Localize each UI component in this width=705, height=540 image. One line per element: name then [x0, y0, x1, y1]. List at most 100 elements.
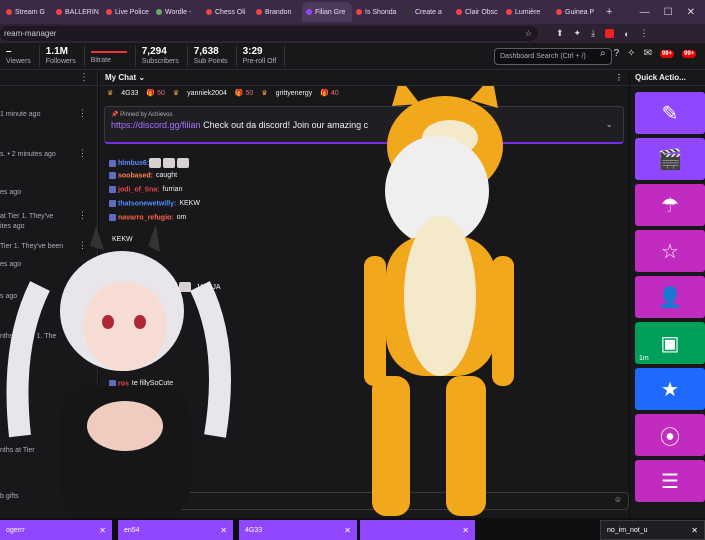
activity-item[interactable]: nths at Tier 1. The: [0, 332, 80, 342]
stat-pre-roll-off[interactable]: 3:29 Pre-roll Off: [237, 45, 286, 67]
activity-options-icon[interactable]: ⋮: [78, 240, 87, 251]
pinned-user-chip[interactable]: ogerrr ✕: [0, 520, 112, 540]
activity-item[interactable]: Tier 1. They've been: [0, 242, 80, 252]
activity-options-icon[interactable]: ⋮: [79, 72, 89, 83]
gift-icon: 🎁: [320, 90, 331, 97]
tab-favicon-icon: [556, 9, 562, 15]
browser-tab[interactable]: BALLERIN: [52, 2, 102, 22]
pinned-message[interactable]: 📌 Pinned by Achievos https://discord.gg/…: [104, 106, 624, 144]
chevron-down-icon[interactable]: ⌄: [138, 73, 145, 82]
url-text: ream-manager: [4, 29, 57, 38]
bookmark-star-icon[interactable]: ☆: [525, 26, 532, 41]
maximize-icon[interactable]: ☐: [664, 7, 673, 18]
close-window-icon[interactable]: ✕: [687, 7, 695, 18]
activity-item[interactable]: s. • 2 minutes ago: [0, 150, 80, 160]
pinned-user-chip[interactable]: no_im_not_u ✕: [600, 520, 705, 540]
browser-tab[interactable]: Is Shonda: [352, 2, 402, 22]
browser-tab[interactable]: Brandon: [252, 2, 302, 22]
chat-username[interactable]: soobased:: [118, 172, 153, 179]
tab-label: Clair Obsc: [465, 8, 498, 16]
chat-username[interactable]: jodi_of_tina:: [118, 186, 160, 193]
youtube-extension-icon[interactable]: [605, 29, 615, 38]
sparkle-icon[interactable]: ✧: [627, 48, 635, 59]
browser-tab[interactable]: Clair Obsc: [452, 2, 502, 22]
discord-link[interactable]: https://discord.gg/filian: [111, 120, 201, 130]
gifter-name[interactable]: 4G33: [121, 90, 138, 97]
stat-followers[interactable]: 1.1M Followers: [40, 45, 85, 67]
browser-tab[interactable]: Live Police: [102, 2, 152, 22]
activity-item[interactable]: 1 minute ago: [0, 110, 80, 120]
close-icon[interactable]: ✕: [691, 526, 698, 535]
quick-action-star-outline-button[interactable]: ☆: [635, 230, 705, 272]
close-icon[interactable]: ✕: [220, 526, 227, 535]
expand-pinned-icon[interactable]: ⌄: [605, 119, 613, 130]
stat-subscribers[interactable]: 7,294 Subscribers: [136, 45, 188, 67]
url-field[interactable]: ream-manager ☆: [0, 26, 538, 41]
new-tab-icon[interactable]: +: [606, 6, 612, 18]
stat-label: Sub Points: [193, 58, 228, 65]
close-icon[interactable]: ✕: [462, 526, 469, 535]
quick-action-clapperboard-button[interactable]: 🎬: [635, 138, 705, 180]
browser-tab[interactable]: Create a: [402, 2, 452, 22]
gift-leaderboard: ♛ 4G33 🎁 50 ♛ yanniek2004 🎁 50 ♛ grittyenergy 🎁 …: [99, 86, 629, 98]
activity-item[interactable]: s ago: [0, 292, 80, 302]
activity-item[interactable]: b gifts: [0, 492, 80, 502]
activity-item[interactable]: ites ago: [0, 222, 80, 232]
activity-item[interactable]: nths at Tier: [0, 446, 80, 456]
chat-options-icon[interactable]: ⋮: [615, 70, 623, 86]
menu-kebab-icon[interactable]: ⋮: [640, 28, 649, 39]
close-icon[interactable]: ✕: [99, 526, 106, 535]
emote-icon: [177, 158, 190, 168]
stat-viewers[interactable]: – Viewers: [0, 45, 40, 67]
puzzle-icon[interactable]: ✦: [574, 28, 582, 39]
activity-item[interactable]: es ago: [0, 260, 80, 270]
quick-action-stack-button[interactable]: ☰: [635, 460, 705, 502]
help-icon[interactable]: ?: [614, 48, 620, 59]
browser-tab[interactable]: Lumière: [502, 2, 552, 22]
activity-options-icon[interactable]: ⋮: [78, 148, 87, 159]
pinned-user-chip[interactable]: ✕: [360, 520, 475, 540]
download-icon[interactable]: ⤓: [591, 28, 595, 39]
gifter-name[interactable]: yanniek2004: [187, 90, 227, 97]
quick-action-star-button[interactable]: ★: [635, 368, 705, 410]
quick-action-parachute-button[interactable]: ☂: [635, 184, 705, 226]
extension-icon[interactable]: ⬆: [556, 28, 564, 39]
emote-icon: [151, 282, 163, 292]
inbox-icon[interactable]: ✉: [644, 48, 652, 59]
browser-tab[interactable]: Guinea P: [552, 2, 602, 22]
quick-action-add-user-button[interactable]: 👤: [635, 276, 705, 318]
quick-action-edit-button[interactable]: ✎: [635, 92, 705, 134]
chat-username[interactable]: hlmbus6:: [118, 160, 149, 167]
browser-tab[interactable]: Stream G: [2, 2, 52, 22]
dashboard-search-input[interactable]: Dashboard Search (Ctrl + /): [494, 48, 612, 65]
chat-username[interactable]: navarro_refugio:: [118, 214, 174, 221]
browser-tab[interactable]: Wordle -: [152, 2, 202, 22]
browser-tab[interactable]: Chess Oli: [202, 2, 252, 22]
minimize-icon[interactable]: —: [640, 7, 650, 18]
activity-item[interactable]: es ago: [0, 188, 80, 198]
chat-username[interactable]: ros: [118, 380, 129, 387]
close-icon[interactable]: ✕: [344, 526, 351, 535]
chat-message: navarro_refugio: om: [109, 214, 186, 221]
activity-options-icon[interactable]: ⋮: [78, 210, 87, 221]
pinned-user-chip[interactable]: en54 ✕: [118, 520, 233, 540]
quick-action-ad-button[interactable]: ▣ 1m: [635, 322, 705, 364]
activity-feed: ⋮ 1 minute ago ⋮ s. • 2 minutes ago ⋮ es ago…: [0, 70, 98, 540]
profile-icon[interactable]: ◐: [624, 29, 629, 39]
stat-sub-points[interactable]: 7,638 Sub Points: [188, 45, 237, 67]
chat-title[interactable]: My Chat: [105, 73, 136, 82]
gift-count: 🎁 50: [234, 90, 254, 97]
add-user-icon: 👤: [657, 286, 683, 309]
search-icon[interactable]: ⌕: [600, 48, 606, 59]
browser-tab[interactable]: Filian Gre: [302, 2, 352, 22]
emote-icon[interactable]: ☺: [614, 495, 622, 504]
gifter-name[interactable]: grittyenergy: [276, 90, 313, 97]
activity-item[interactable]: at Tier 1. They've: [0, 212, 80, 222]
chat-username[interactable]: thatsonewetwilly:: [118, 200, 176, 207]
stat-bitrate[interactable]: Bitrate: [85, 45, 136, 67]
quick-action-clip-button[interactable]: ⦿: [635, 414, 705, 456]
user-badge-icon: [109, 214, 116, 221]
pinned-user-chip[interactable]: 4G33 ✕: [239, 520, 357, 540]
activity-options-icon[interactable]: ⋮: [78, 108, 87, 119]
chat-input[interactable]: ☺: [99, 492, 629, 510]
